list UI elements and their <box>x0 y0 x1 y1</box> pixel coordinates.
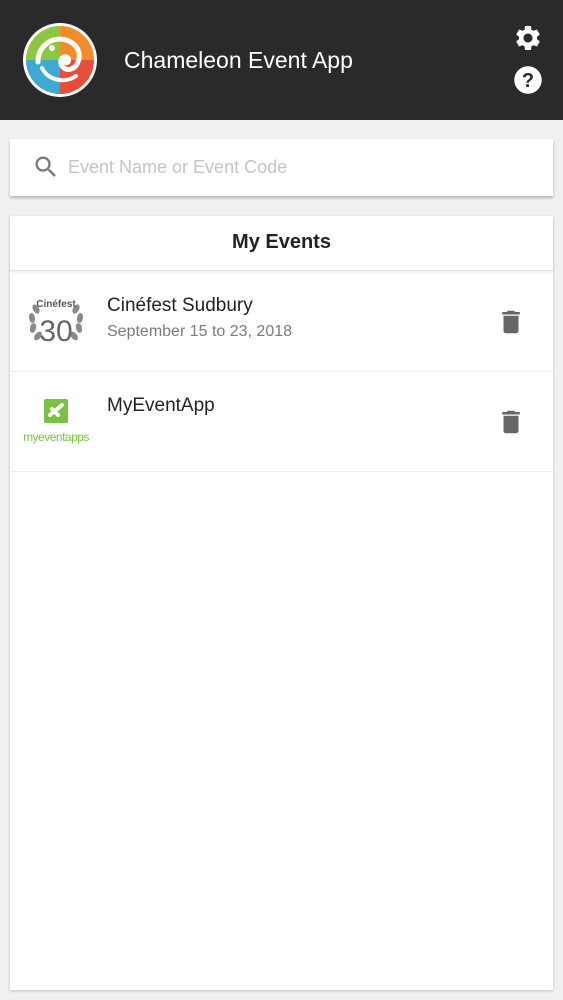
gear-icon <box>516 25 540 50</box>
svg-text:Cinéfest: Cinéfest <box>36 299 76 310</box>
search-input[interactable] <box>66 147 538 187</box>
event-item-myeventapp[interactable]: myeventapps MyEventApp <box>10 371 553 472</box>
help-icon: ? <box>514 66 542 94</box>
trash-icon <box>502 310 520 334</box>
event-item-cinefest[interactable]: Cinéfest 30 Cinéfest Sudbury September 1… <box>10 271 553 372</box>
cinefest-logo: Cinéfest 30 <box>22 291 90 351</box>
svg-text:myeventapps: myeventapps <box>23 430 89 444</box>
app-header: Chameleon Event App ? <box>0 0 563 120</box>
event-date: September 15 to 23, 2018 <box>107 323 293 340</box>
search-bar <box>10 139 553 196</box>
app-title: Chameleon Event App <box>124 47 353 73</box>
event-name: MyEventApp <box>107 395 215 416</box>
search-icon[interactable] <box>32 153 60 181</box>
svg-text:30: 30 <box>39 315 72 348</box>
myeventapps-logo: myeventapps <box>22 391 90 451</box>
help-button[interactable]: ? <box>510 62 546 98</box>
chameleon-logo <box>22 22 98 98</box>
event-name: Cinéfest Sudbury <box>107 295 253 316</box>
my-events-card: My Events Cinéfest 30 Cinéfest Sudbury S… <box>10 216 553 990</box>
svg-text:?: ? <box>522 70 534 92</box>
settings-button[interactable] <box>510 20 546 56</box>
delete-event-button[interactable] <box>494 305 528 339</box>
my-events-title: My Events <box>10 216 553 271</box>
delete-event-button[interactable] <box>494 405 528 439</box>
trash-icon <box>502 410 520 434</box>
